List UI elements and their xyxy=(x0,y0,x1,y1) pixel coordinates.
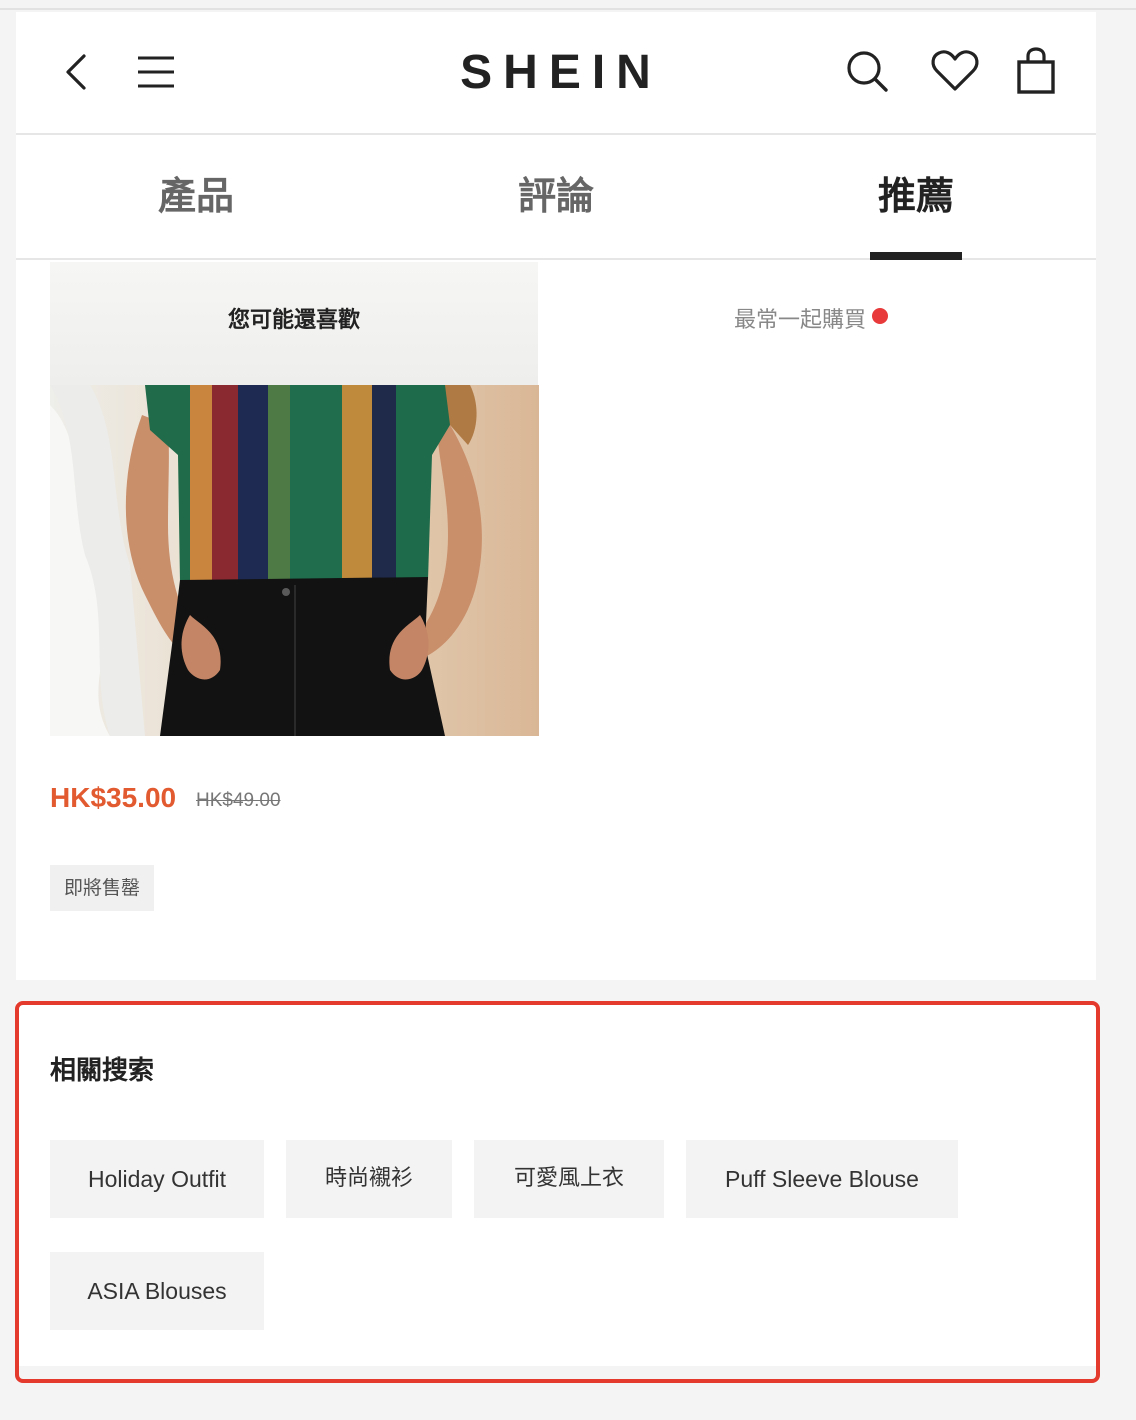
active-tab-indicator xyxy=(870,252,962,260)
menu-icon[interactable] xyxy=(134,52,178,92)
subtab-you-may-also-like[interactable]: 您可能還喜歡 xyxy=(50,262,538,386)
search-chip[interactable]: Holiday Outfit xyxy=(50,1140,264,1218)
page: SHEIN 產品 評論 推薦 您可能還喜歡 最常一起購買 HK$35.00 HK… xyxy=(16,12,1096,1420)
top-divider xyxy=(0,0,1136,10)
tab-recommend[interactable]: 推薦 xyxy=(736,136,1096,260)
search-chip[interactable]: 時尚襯衫 xyxy=(286,1140,452,1218)
search-icon[interactable] xyxy=(844,48,890,94)
search-chip[interactable]: Puff Sleeve Blouse xyxy=(686,1140,958,1218)
subtab-frequently-bought-together[interactable]: 最常一起購買 xyxy=(616,262,984,386)
tab-reviews[interactable]: 評論 xyxy=(376,136,736,260)
back-icon[interactable] xyxy=(56,50,96,94)
related-search-title: 相關搜索 xyxy=(50,1056,155,1086)
search-chip[interactable]: 可愛風上衣 xyxy=(474,1140,664,1218)
header-bar: SHEIN xyxy=(16,12,1096,135)
original-price: HK$49.00 xyxy=(196,790,281,811)
section-divider xyxy=(16,980,1096,1002)
almost-sold-out-badge: 即將售罄 xyxy=(50,865,154,911)
shein-logo[interactable]: SHEIN xyxy=(436,38,686,108)
page-bottom-gap xyxy=(16,1366,1096,1420)
product-image[interactable] xyxy=(50,385,539,736)
bag-icon[interactable] xyxy=(1012,46,1060,96)
related-search-section: 相關搜索 Holiday Outfit 時尚襯衫 可愛風上衣 Puff Slee… xyxy=(16,1002,1096,1366)
notification-dot xyxy=(872,308,888,324)
search-chip[interactable]: ASIA Blouses xyxy=(50,1252,264,1330)
heart-icon[interactable] xyxy=(930,48,980,94)
tab-product[interactable]: 產品 xyxy=(16,136,376,260)
product-tabs: 產品 評論 推薦 xyxy=(16,136,1096,260)
sale-price: HK$35.00 xyxy=(50,782,177,813)
